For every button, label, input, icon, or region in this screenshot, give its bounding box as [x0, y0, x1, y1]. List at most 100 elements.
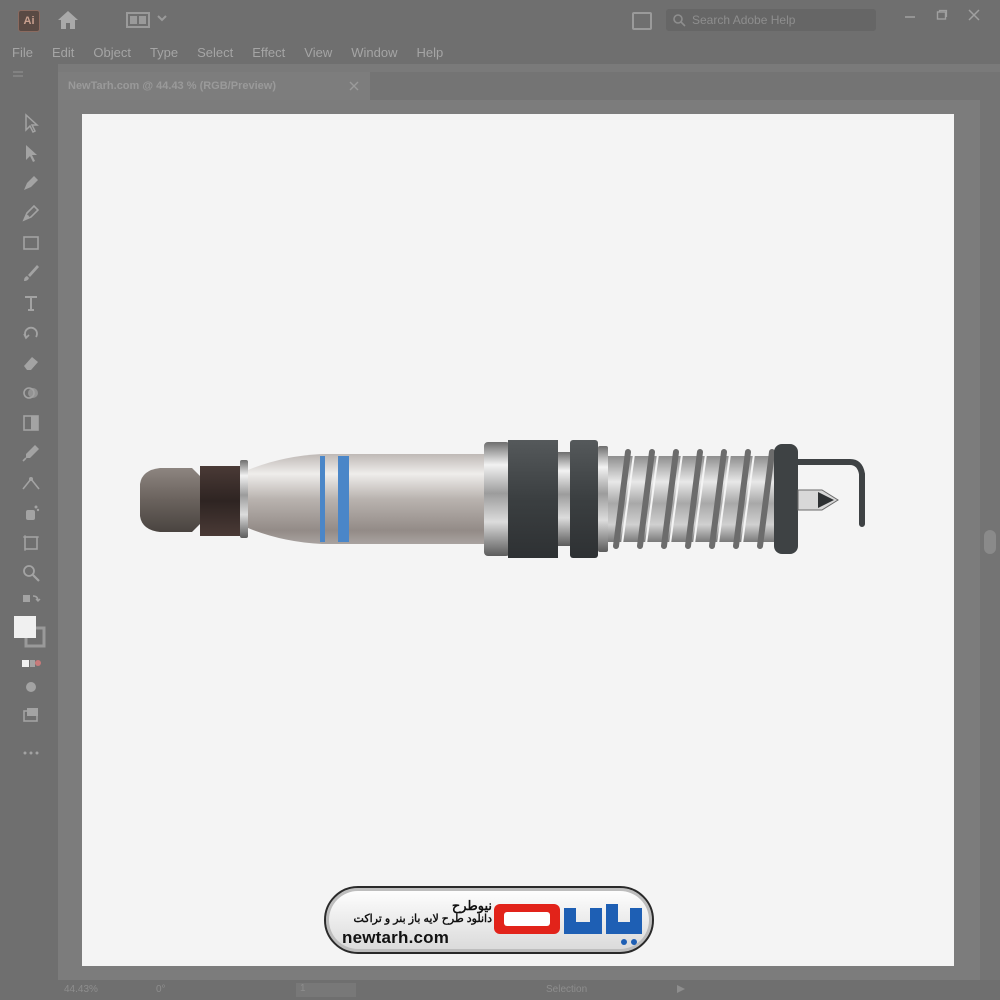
watermark-url: newtarh.com	[342, 928, 450, 947]
close-tab-icon[interactable]	[348, 80, 360, 92]
menu-view[interactable]: View	[304, 45, 332, 60]
menu-window[interactable]: Window	[351, 45, 397, 60]
scrollbar-thumb[interactable]	[984, 530, 996, 554]
rotate-icon	[23, 326, 38, 340]
menu-effect[interactable]: Effect	[252, 45, 285, 60]
hex-nut	[508, 440, 558, 558]
shell-neck	[558, 452, 572, 546]
spark-plug-illustration[interactable]	[82, 114, 954, 966]
screen-mode-control[interactable]	[20, 704, 42, 726]
gasket	[570, 440, 598, 558]
menu-bar: File Edit Object Type Select Effect View…	[0, 40, 1000, 64]
app-title-bar: Ai	[0, 0, 1000, 40]
gradient-icon	[23, 415, 39, 431]
tools-panel	[0, 64, 58, 980]
blend-icon	[22, 477, 40, 490]
terminal-nut	[200, 466, 240, 536]
rectangle-tool[interactable]	[20, 232, 42, 254]
minimize-button[interactable]	[900, 6, 920, 24]
menu-help[interactable]: Help	[416, 45, 443, 60]
artboard-icon	[23, 535, 39, 551]
arrange-documents-icon[interactable]	[632, 12, 652, 30]
curvature-pen-icon	[22, 204, 40, 222]
close-window-button[interactable]	[964, 6, 984, 24]
artboard[interactable]	[82, 114, 954, 966]
canvas-area[interactable]	[58, 100, 980, 980]
collapse-panel-icon[interactable]	[12, 70, 24, 78]
shell-tip	[774, 444, 798, 554]
gasket-ring	[598, 446, 608, 552]
zoom-level[interactable]: 44.43%	[64, 984, 98, 995]
illustrator-logo: Ai	[18, 10, 40, 32]
help-search-box[interactable]	[666, 9, 876, 31]
blend-tool[interactable]	[20, 472, 42, 494]
home-icon[interactable]	[56, 9, 80, 31]
rotate-tool[interactable]	[20, 322, 42, 344]
direct-selection-tool[interactable]	[20, 142, 42, 164]
terminal-ring	[240, 460, 248, 538]
eyedropper-icon	[22, 445, 39, 462]
selection-tool[interactable]	[20, 112, 42, 134]
restore-icon	[936, 9, 948, 20]
workspace-icon[interactable]	[126, 12, 150, 28]
artboard-tool[interactable]	[20, 532, 42, 554]
document-tab-bar: NewTarh.com @ 44.43 % (RGB/Preview)	[58, 72, 1000, 100]
pen-icon	[24, 176, 38, 190]
direct-selection-icon	[26, 145, 37, 162]
type-icon	[25, 296, 37, 311]
insulator-stripe	[338, 456, 349, 542]
screen-mode-icon	[23, 708, 38, 722]
swap-fill-stroke-icon	[23, 595, 41, 602]
type-tool[interactable]	[20, 292, 42, 314]
menu-select[interactable]: Select	[197, 45, 233, 60]
watermark-tagline: دانلود طرح لایه باز بنر و تراکت	[353, 913, 492, 925]
symbol-sprayer-tool[interactable]	[20, 502, 42, 524]
menu-type[interactable]: Type	[150, 45, 178, 60]
document-tab[interactable]: NewTarh.com @ 44.43 % (RGB/Preview)	[58, 72, 370, 100]
status-bar: 44.43% 0° 1 Selection	[0, 980, 1000, 1000]
edit-toolbar-button[interactable]	[20, 742, 42, 764]
eyedropper-tool[interactable]	[20, 442, 42, 464]
curvature-tool[interactable]	[20, 202, 42, 224]
artboard-navigator[interactable]: 1	[296, 983, 356, 997]
eraser-tool[interactable]	[20, 352, 42, 374]
document-tab-title: NewTarh.com @ 44.43 % (RGB/Preview)	[68, 80, 276, 92]
shape-builder-tool[interactable]	[20, 382, 42, 404]
status-mode: Selection	[546, 984, 588, 995]
menu-object[interactable]: Object	[93, 45, 131, 60]
color-mode-control[interactable]	[20, 652, 42, 674]
eraser-icon	[24, 357, 38, 370]
fill-stroke-swatch[interactable]	[12, 614, 48, 650]
zoom-icon	[23, 565, 40, 582]
close-icon	[968, 9, 980, 21]
chrome-collar	[484, 442, 510, 556]
menu-file[interactable]: File	[12, 45, 33, 60]
newtarh-logo	[494, 904, 642, 945]
zoom-tool[interactable]	[20, 562, 42, 584]
swap-colors-control[interactable]	[20, 590, 42, 612]
maximize-button[interactable]	[932, 6, 952, 24]
search-icon	[673, 14, 686, 27]
ceramic-insulator	[248, 454, 492, 544]
rectangle-icon	[23, 236, 39, 250]
play-icon[interactable]	[676, 984, 686, 994]
insulator-stripe	[320, 456, 325, 542]
rotation-value[interactable]: 0°	[156, 984, 166, 995]
fill-stroke-icon	[14, 616, 46, 648]
newtarh-watermark: نیوطرح دانلود طرح لایه باز بنر و تراکت n…	[324, 886, 654, 954]
more-icon	[23, 751, 39, 755]
search-input[interactable]	[692, 13, 872, 27]
paintbrush-tool[interactable]	[20, 262, 42, 284]
menu-edit[interactable]: Edit	[52, 45, 74, 60]
gradient-tool[interactable]	[20, 412, 42, 434]
shape-builder-icon	[23, 387, 38, 399]
selection-arrow-icon	[25, 113, 39, 133]
terminal-cap	[140, 468, 200, 532]
drawing-mode-control[interactable]	[20, 676, 42, 698]
minimize-icon	[905, 16, 915, 18]
pen-tool[interactable]	[20, 172, 42, 194]
brush-icon	[24, 265, 39, 281]
vertical-scrollbar[interactable]	[980, 100, 1000, 980]
chevron-down-icon[interactable]	[156, 12, 168, 24]
drawing-mode-icon	[26, 682, 36, 692]
